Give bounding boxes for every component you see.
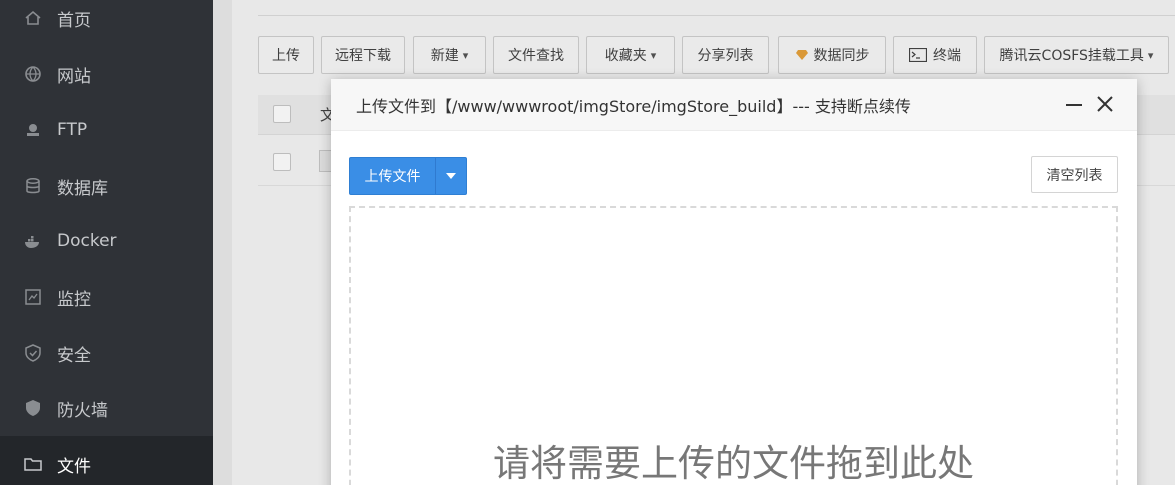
globe-icon (24, 65, 42, 83)
upload-file-label[interactable]: 上传文件 (350, 158, 436, 194)
sidebar-item-label: 安全 (57, 345, 91, 366)
shield-check-icon (24, 344, 42, 362)
upload-options-toggle[interactable] (436, 158, 466, 194)
sidebar-item-label: Docker (57, 231, 117, 251)
sidebar-item-label: 防火墙 (57, 400, 108, 421)
sidebar-item-label: 数据库 (57, 178, 108, 199)
minimize-button[interactable] (1063, 93, 1085, 115)
sidebar-item-label: 首页 (57, 10, 91, 31)
sidebar-item-ftp[interactable]: FTP (0, 102, 213, 158)
dialog-title: 上传文件到【/www/wwwroot/imgStore/imgStore_bui… (356, 97, 911, 116)
firewall-icon (24, 399, 42, 417)
monitor-icon (24, 288, 42, 306)
upload-dialog: 上传文件到【/www/wwwroot/imgStore/imgStore_bui… (331, 79, 1137, 485)
sidebar-item-label: FTP (57, 120, 88, 140)
sidebar-item-label: 网站 (57, 66, 91, 87)
sidebar-item-database[interactable]: 数据库 (0, 158, 213, 214)
caret-down-icon (446, 173, 456, 179)
sidebar-item-label: 监控 (57, 289, 91, 310)
sidebar-item-security[interactable]: 安全 (0, 325, 213, 381)
drop-hint: 请将需要上传的文件拖到此处 (493, 442, 974, 485)
sidebar-item-home[interactable]: 首页 (0, 0, 213, 46)
folder-icon (24, 455, 42, 473)
clear-list-button[interactable]: 清空列表 (1031, 156, 1118, 193)
ftp-icon (24, 121, 42, 139)
close-button[interactable] (1094, 93, 1116, 115)
sidebar-item-website[interactable]: 网站 (0, 46, 213, 102)
upload-file-button[interactable]: 上传文件 (349, 157, 467, 195)
database-icon (24, 177, 42, 195)
home-icon (24, 9, 42, 27)
docker-icon (24, 232, 42, 250)
dialog-header: 上传文件到【/www/wwwroot/imgStore/imgStore_bui… (331, 79, 1137, 131)
minimize-icon (1065, 95, 1083, 113)
sidebar: 首页 网站 FTP 数据库 Docker 监控 安全 防火墙 文件 (0, 0, 213, 485)
close-icon (1096, 95, 1114, 113)
sidebar-item-label: 文件 (57, 456, 91, 477)
sidebar-item-monitor[interactable]: 监控 (0, 269, 213, 325)
sidebar-item-files[interactable]: 文件 (0, 436, 213, 485)
sidebar-item-firewall[interactable]: 防火墙 (0, 380, 213, 436)
file-drop-zone[interactable]: 请将需要上传的文件拖到此处 (349, 206, 1118, 485)
sidebar-item-docker[interactable]: Docker (0, 213, 213, 269)
